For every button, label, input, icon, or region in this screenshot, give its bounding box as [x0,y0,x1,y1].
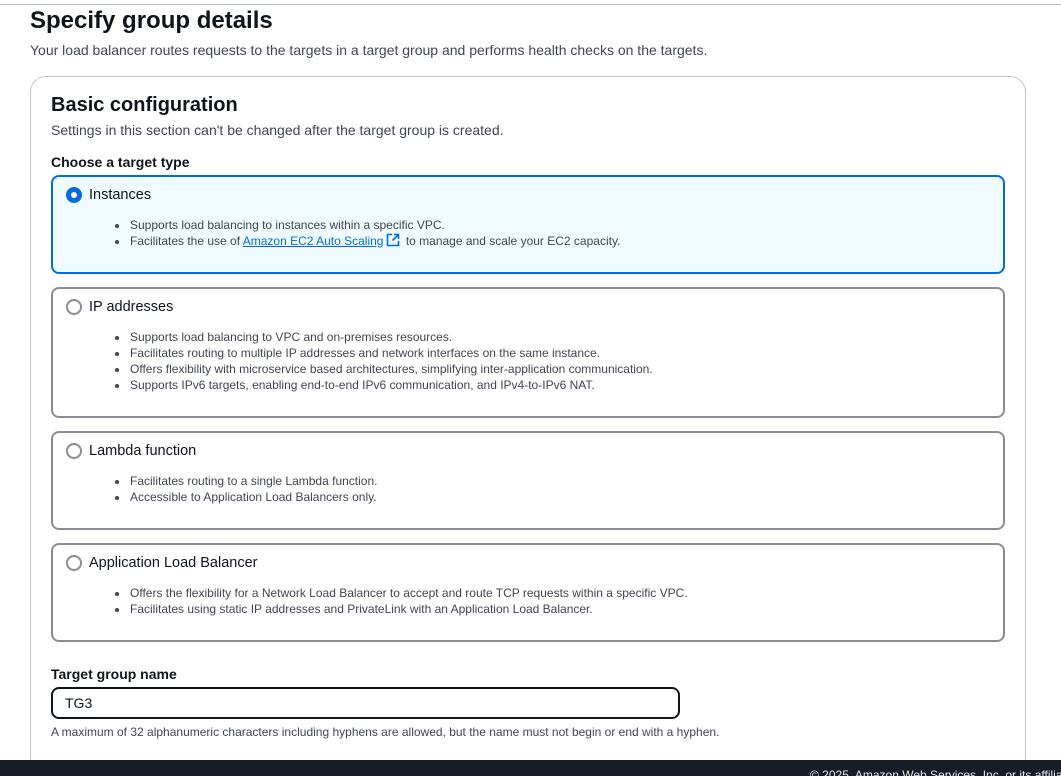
ip-addresses-bullets: Supports load balancing to VPC and on-pr… [129,329,653,393]
target-type-instances[interactable]: Instances Supports load balancing to ins… [51,175,1005,274]
list-item: Facilitates using static IP addresses an… [129,601,688,617]
target-group-name-input[interactable] [51,687,680,719]
tile-label-application-load-balancer: Application Load Balancer [89,555,258,571]
application-load-balancer-bullets: Offers the flexibility for a Network Loa… [129,585,688,617]
list-item: Supports load balancing to VPC and on-pr… [129,329,653,345]
tile-label-ip-addresses: IP addresses [89,299,174,315]
list-item: Accessible to Application Load Balancers… [129,489,377,505]
bullet-text: to manage and scale your EC2 capacity. [402,234,621,248]
copyright-text: © 2025, Amazon Web Services, Inc. or its… [810,768,1061,776]
section-description: Settings in this section can't be change… [51,122,504,138]
top-divider [0,4,1061,5]
list-item: Facilitates routing to a single Lambda f… [129,473,377,489]
target-type-lambda-function[interactable]: Lambda function Facilitates routing to a… [51,431,1005,530]
target-group-name-constraint: A maximum of 32 alphanumeric characters … [51,725,720,739]
section-title: Basic configuration [51,94,238,116]
list-item: Supports load balancing to instances wit… [129,217,620,233]
list-item: Offers the flexibility for a Network Loa… [129,585,688,601]
ec2-auto-scaling-link[interactable]: Amazon EC2 Auto Scaling [243,234,384,248]
radio-lambda-function[interactable] [66,443,82,459]
instances-bullets: Supports load balancing to instances wit… [129,217,620,249]
radio-application-load-balancer[interactable] [66,555,82,571]
bullet-text: Facilitates the use of [130,234,243,248]
list-item: Facilitates the use of Amazon EC2 Auto S… [129,233,620,249]
radio-instances[interactable] [66,187,82,203]
page-description: Your load balancer routes requests to th… [30,42,708,58]
external-link-icon[interactable] [386,233,400,247]
target-type-label: Choose a target type [51,154,190,170]
lambda-function-bullets: Facilitates routing to a single Lambda f… [129,473,377,505]
target-type-ip-addresses[interactable]: IP addresses Supports load balancing to … [51,287,1005,418]
list-item: Facilitates routing to multiple IP addre… [129,345,653,361]
target-group-name-label: Target group name [51,666,177,682]
page-title: Specify group details [30,7,273,34]
radio-ip-addresses[interactable] [66,299,82,315]
footer: © 2025, Amazon Web Services, Inc. or its… [0,760,1061,776]
target-type-application-load-balancer[interactable]: Application Load Balancer Offers the fle… [51,543,1005,642]
list-item: Supports IPv6 targets, enabling end-to-e… [129,377,653,393]
list-item: Offers flexibility with microservice bas… [129,361,653,377]
tile-label-instances: Instances [89,187,152,203]
tile-label-lambda-function: Lambda function [89,443,197,459]
